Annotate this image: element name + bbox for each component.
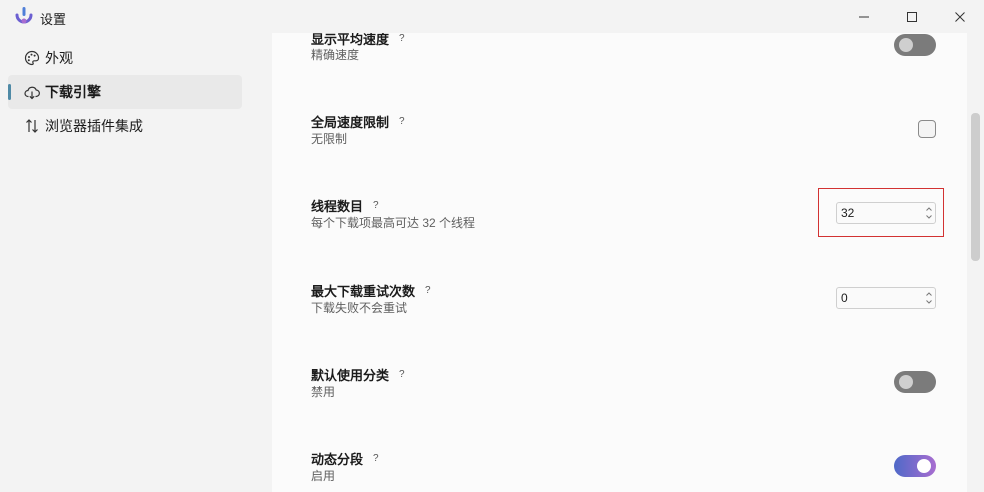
chevron-down-icon[interactable] [925,213,933,221]
scrollbar-track[interactable] [967,33,984,492]
default-category-toggle[interactable] [894,371,936,393]
palette-icon [24,50,40,66]
close-button[interactable] [937,0,983,33]
default-category-desc: 禁用 [311,385,336,399]
global-speed-limit-label: 全局速度限制? [311,115,405,130]
maximize-icon [907,11,917,22]
help-icon[interactable]: ? [373,200,379,211]
thread-count-desc: 每个下载项最高可达 32 个线程 [311,216,476,230]
help-icon[interactable]: ? [425,285,431,296]
dynamic-segment-label: 动态分段? [311,452,379,467]
thread-count-value: 32 [841,206,855,220]
dynamic-segment-desc: 启用 [311,469,336,483]
max-retry-value: 0 [841,291,848,305]
thread-count-label: 线程数目? [311,199,379,214]
window-title: 设置 [40,12,67,27]
sidebar-item-label: 下载引擎 [45,84,101,100]
help-icon[interactable]: ? [399,116,405,127]
close-icon [955,11,965,22]
avg-speed-label: 显示平均速度? [311,33,405,47]
max-retry-stepper[interactable]: 0 [836,287,936,309]
sidebar-item-browser-integration[interactable]: 浏览器插件集成 [8,109,242,143]
help-icon[interactable]: ? [399,33,405,44]
sidebar-item-download-engine[interactable]: 下载引擎 [8,75,242,109]
sidebar-item-label: 外观 [45,50,73,66]
title-bar: 设置 [0,0,984,33]
minimize-icon [859,16,869,17]
settings-panel: 显示平均速度? 精确速度 全局速度限制? 无限制 线程数目? 每个下载项最高可达… [272,33,967,492]
app-logo-icon [15,7,33,24]
sort-arrows-icon [26,119,38,133]
max-retry-desc: 下载失败不会重试 [311,301,408,315]
max-retry-label: 最大下载重试次数? [311,284,431,299]
maximize-button[interactable] [889,0,935,33]
selection-indicator [8,84,11,100]
toggle-knob [899,38,913,52]
global-speed-limit-checkbox[interactable] [918,120,936,138]
minimize-button[interactable] [841,0,887,33]
avg-speed-desc: 精确速度 [311,48,360,62]
chevron-up-icon[interactable] [925,290,933,298]
cloud-download-icon [24,86,40,100]
scrollbar-thumb[interactable] [971,113,980,261]
sidebar: 外观 下载引擎 浏览器插件集成 [0,33,250,492]
default-category-label: 默认使用分类? [311,368,405,383]
thread-count-stepper[interactable]: 32 [836,202,936,224]
avg-speed-toggle[interactable] [894,34,936,56]
help-icon[interactable]: ? [399,369,405,380]
chevron-down-icon[interactable] [925,298,933,306]
toggle-knob [917,459,931,473]
sidebar-item-appearance[interactable]: 外观 [8,41,242,75]
global-speed-limit-desc: 无限制 [311,132,348,146]
help-icon[interactable]: ? [373,453,379,464]
chevron-up-icon[interactable] [925,205,933,213]
dynamic-segment-toggle[interactable] [894,455,936,477]
sidebar-item-label: 浏览器插件集成 [45,118,143,134]
toggle-knob [899,375,913,389]
